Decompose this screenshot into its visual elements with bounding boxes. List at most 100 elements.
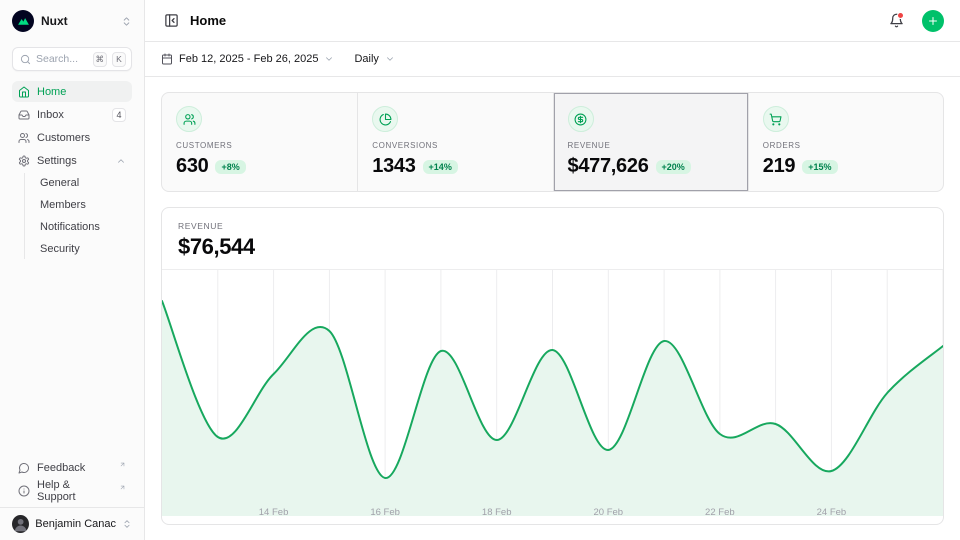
inbox-count-badge: 4 (112, 108, 126, 122)
user-menu[interactable]: Benjamin Canac (0, 507, 144, 540)
sidebar-item-label: Feedback (37, 462, 110, 474)
sidebar-item-label: Customers (37, 132, 126, 144)
message-circle-icon (18, 462, 30, 474)
stat-delta-badge: +20% (656, 160, 691, 174)
sub-item-label: Members (40, 199, 86, 211)
x-axis-label: 24 Feb (817, 507, 847, 518)
calendar-icon (161, 53, 173, 65)
x-axis-label: 16 Feb (370, 507, 400, 518)
stat-card-revenue[interactable]: REVENUE $477,626 +20% (553, 93, 748, 191)
stat-card-customers[interactable]: CUSTOMERS 630 +8% (162, 93, 357, 191)
stat-value: 219 (763, 155, 795, 178)
sidebar-footer-nav: Feedback Help & Support (0, 457, 144, 507)
x-axis-label: 22 Feb (705, 507, 735, 518)
stat-label: ORDERS (763, 141, 929, 150)
period-value: Daily (354, 53, 378, 65)
page-title: Home (190, 13, 874, 28)
info-icon (18, 485, 30, 497)
sub-item-label: Notifications (40, 221, 100, 233)
user-name: Benjamin Canac (35, 518, 116, 530)
sidebar-item-general[interactable]: General (34, 173, 132, 193)
search-input[interactable]: Search... ⌘ K (12, 47, 132, 71)
stat-delta-badge: +8% (215, 160, 245, 174)
chevrons-up-down-icon (121, 16, 132, 27)
stat-value: 630 (176, 155, 208, 178)
sidebar-item-label: Settings (37, 155, 109, 167)
chevron-up-icon (116, 156, 126, 166)
sidebar-item-feedback[interactable]: Feedback (12, 457, 132, 478)
kbd-meta: ⌘ (93, 52, 108, 67)
date-range-picker[interactable]: Feb 12, 2025 - Feb 26, 2025 (161, 53, 334, 65)
sidebar-item-home[interactable]: Home (12, 81, 132, 102)
settings-subtree: General Members Notifications Security (24, 173, 132, 259)
workspace-switcher[interactable]: Nuxt (12, 9, 132, 33)
sidebar-item-security[interactable]: Security (34, 239, 132, 259)
sidebar: Nuxt Search... ⌘ K Home (0, 0, 145, 540)
chevron-down-icon (324, 54, 334, 64)
house-icon (18, 86, 30, 98)
avatar (12, 515, 29, 533)
nuxt-logo-icon (12, 10, 34, 32)
main-panel: Home Feb 12, 2025 - Feb 26, 2025 Daily (145, 0, 960, 540)
sub-item-label: General (40, 177, 79, 189)
plus-icon (927, 15, 939, 27)
add-button[interactable] (922, 10, 944, 32)
sub-item-label: Security (40, 243, 80, 255)
stat-card-orders[interactable]: ORDERS 219 +15% (748, 93, 943, 191)
sidebar-top: Nuxt Search... ⌘ K (0, 0, 144, 81)
x-axis-label: 20 Feb (593, 507, 623, 518)
chart-header: REVENUE $76,544 (162, 208, 943, 270)
dashboard-content: CUSTOMERS 630 +8% CONVERSIONS 1343 +14% (145, 77, 960, 540)
stat-delta-badge: +14% (423, 160, 458, 174)
sidebar-item-label: Inbox (37, 109, 105, 121)
users-icon (18, 132, 30, 144)
panel-left-close-icon (164, 13, 179, 28)
sidebar-item-label: Home (37, 86, 126, 98)
workspace-name: Nuxt (41, 14, 114, 28)
search-placeholder: Search... (36, 53, 88, 65)
stat-value: 1343 (372, 155, 415, 178)
x-axis-label: 18 Feb (482, 507, 512, 518)
filters-toolbar: Feb 12, 2025 - Feb 26, 2025 Daily (145, 42, 960, 77)
sidebar-item-customers[interactable]: Customers (12, 127, 132, 148)
date-range-value: Feb 12, 2025 - Feb 26, 2025 (179, 53, 318, 65)
x-axis-label: 14 Feb (259, 507, 289, 518)
stat-card-conversions[interactable]: CONVERSIONS 1343 +14% (357, 93, 552, 191)
chevron-down-icon (385, 54, 395, 64)
sidebar-spacer (0, 259, 144, 457)
external-link-arrow-icon (119, 461, 126, 468)
sidebar-item-help-support[interactable]: Help & Support (12, 480, 132, 501)
circle-dollar-icon (568, 106, 594, 132)
page-header: Home (145, 0, 960, 42)
inbox-icon (18, 109, 30, 121)
shopping-cart-icon (763, 106, 789, 132)
collapse-sidebar-button[interactable] (161, 8, 181, 34)
sidebar-nav: Home Inbox 4 Customers Settings (0, 81, 144, 259)
revenue-chart[interactable] (162, 270, 943, 503)
stat-label: CUSTOMERS (176, 141, 343, 150)
revenue-chart-card: REVENUE $76,544 14 Feb 16 Feb 18 Feb 20 Feb… (161, 207, 944, 525)
chevrons-up-down-icon (122, 519, 132, 529)
chart-metric-value: $76,544 (178, 234, 927, 260)
notification-dot (897, 12, 904, 19)
chart-pie-icon (372, 106, 398, 132)
external-link-arrow-icon (119, 484, 126, 491)
gear-icon (18, 155, 30, 167)
notifications-button[interactable] (883, 8, 909, 34)
sidebar-item-inbox[interactable]: Inbox 4 (12, 104, 132, 125)
kbd-k: K (112, 52, 126, 67)
chart-metric-label: REVENUE (178, 221, 927, 231)
sidebar-item-label: Help & Support (37, 479, 110, 503)
chart-x-axis: 14 Feb 16 Feb 18 Feb 20 Feb 22 Feb 24 Feb (162, 503, 943, 524)
users-icon (176, 106, 202, 132)
app-window: Nuxt Search... ⌘ K Home (0, 0, 960, 540)
search-icon (20, 54, 31, 65)
sidebar-item-notifications[interactable]: Notifications (34, 217, 132, 237)
sidebar-item-settings[interactable]: Settings (12, 150, 132, 171)
stat-delta-badge: +15% (802, 160, 837, 174)
stats-panel: CUSTOMERS 630 +8% CONVERSIONS 1343 +14% (161, 92, 944, 192)
period-select[interactable]: Daily (354, 53, 394, 65)
sidebar-item-members[interactable]: Members (34, 195, 132, 215)
stat-label: REVENUE (568, 141, 734, 150)
stat-value: $477,626 (568, 155, 649, 178)
